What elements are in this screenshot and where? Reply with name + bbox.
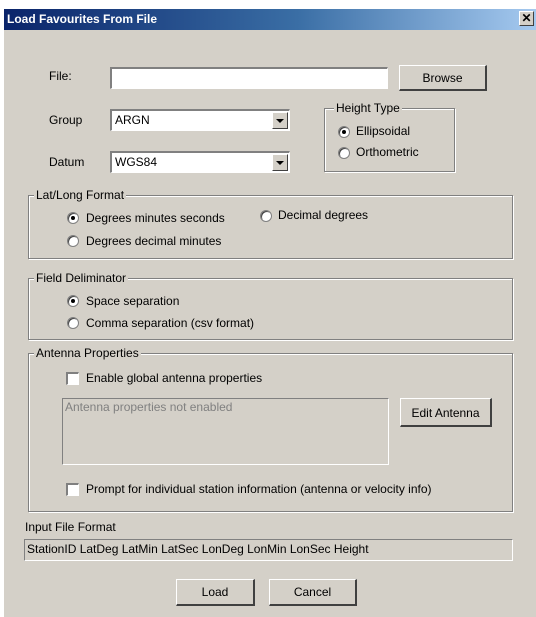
datum-selected-value: WGS84 bbox=[115, 155, 158, 169]
enable-antenna-label: Enable global antenna properties bbox=[86, 371, 263, 385]
field-delim-legend: Field Deliminator bbox=[34, 271, 129, 285]
height-type-group bbox=[324, 108, 455, 172]
space-separation-label: Space separation bbox=[86, 294, 180, 308]
title-bar[interactable]: Load Favourites From File ✕ bbox=[4, 9, 536, 30]
ellipsoidal-radio[interactable] bbox=[338, 126, 350, 138]
cancel-button[interactable]: Cancel bbox=[269, 579, 357, 606]
field-delim-group bbox=[28, 278, 513, 340]
file-path-field[interactable] bbox=[110, 67, 388, 89]
latlong-format-legend: Lat/Long Format bbox=[34, 188, 127, 202]
ddm-radio[interactable] bbox=[67, 235, 79, 247]
load-favourites-dialog: Load Favourites From File ✕ File: Browse… bbox=[3, 8, 536, 617]
ddm-label: Degrees decimal minutes bbox=[86, 234, 222, 248]
group-label: Group bbox=[49, 113, 83, 127]
group-selected-value: ARGN bbox=[115, 113, 150, 127]
browse-button[interactable]: Browse bbox=[399, 65, 487, 91]
edit-antenna-label: Edit Antenna bbox=[411, 406, 480, 420]
space-separation-radio[interactable] bbox=[67, 295, 79, 307]
comma-separation-label: Comma separation (csv format) bbox=[86, 316, 255, 330]
input-format-value: StationID LatDeg LatMin LatSec LonDeg Lo… bbox=[27, 542, 369, 556]
group-dropdown[interactable]: ARGN bbox=[110, 109, 290, 131]
input-format-label: Input File Format bbox=[25, 520, 116, 534]
file-label: File: bbox=[49, 69, 72, 83]
input-format-box: StationID LatDeg LatMin LatSec LonDeg Lo… bbox=[24, 539, 513, 561]
antenna-status-box: Antenna properties not enabled bbox=[62, 398, 389, 465]
height-type-legend: Height Type bbox=[334, 101, 402, 115]
window-title: Load Favourites From File bbox=[7, 12, 158, 26]
dms-radio[interactable] bbox=[67, 212, 79, 224]
chevron-down-icon[interactable] bbox=[272, 112, 288, 129]
datum-label: Datum bbox=[49, 155, 85, 169]
chevron-down-icon[interactable] bbox=[272, 154, 288, 171]
orthometric-label: Orthometric bbox=[356, 145, 419, 159]
ellipsoidal-label: Ellipsoidal bbox=[356, 124, 411, 138]
enable-antenna-checkbox[interactable] bbox=[66, 372, 79, 385]
load-button[interactable]: Load bbox=[176, 579, 255, 606]
edit-antenna-button[interactable]: Edit Antenna bbox=[400, 398, 492, 427]
cancel-button-label: Cancel bbox=[293, 585, 332, 599]
datum-dropdown[interactable]: WGS84 bbox=[110, 151, 290, 173]
prompt-station-info-label: Prompt for individual station informatio… bbox=[86, 482, 432, 496]
dms-label: Degrees minutes seconds bbox=[86, 211, 225, 225]
antenna-properties-legend: Antenna Properties bbox=[34, 346, 141, 360]
orthometric-radio[interactable] bbox=[338, 147, 350, 159]
file-path-input[interactable] bbox=[115, 71, 384, 86]
comma-separation-radio[interactable] bbox=[67, 317, 79, 329]
load-button-label: Load bbox=[201, 585, 229, 599]
browse-button-label: Browse bbox=[422, 71, 463, 85]
close-icon: ✕ bbox=[521, 11, 532, 25]
prompt-station-info-checkbox[interactable] bbox=[66, 483, 79, 496]
decimal-degrees-radio[interactable] bbox=[260, 210, 272, 222]
antenna-status-text: Antenna properties not enabled bbox=[65, 400, 233, 414]
close-button[interactable]: ✕ bbox=[519, 11, 534, 26]
latlong-format-group bbox=[28, 195, 513, 259]
decimal-degrees-label: Decimal degrees bbox=[278, 208, 369, 222]
